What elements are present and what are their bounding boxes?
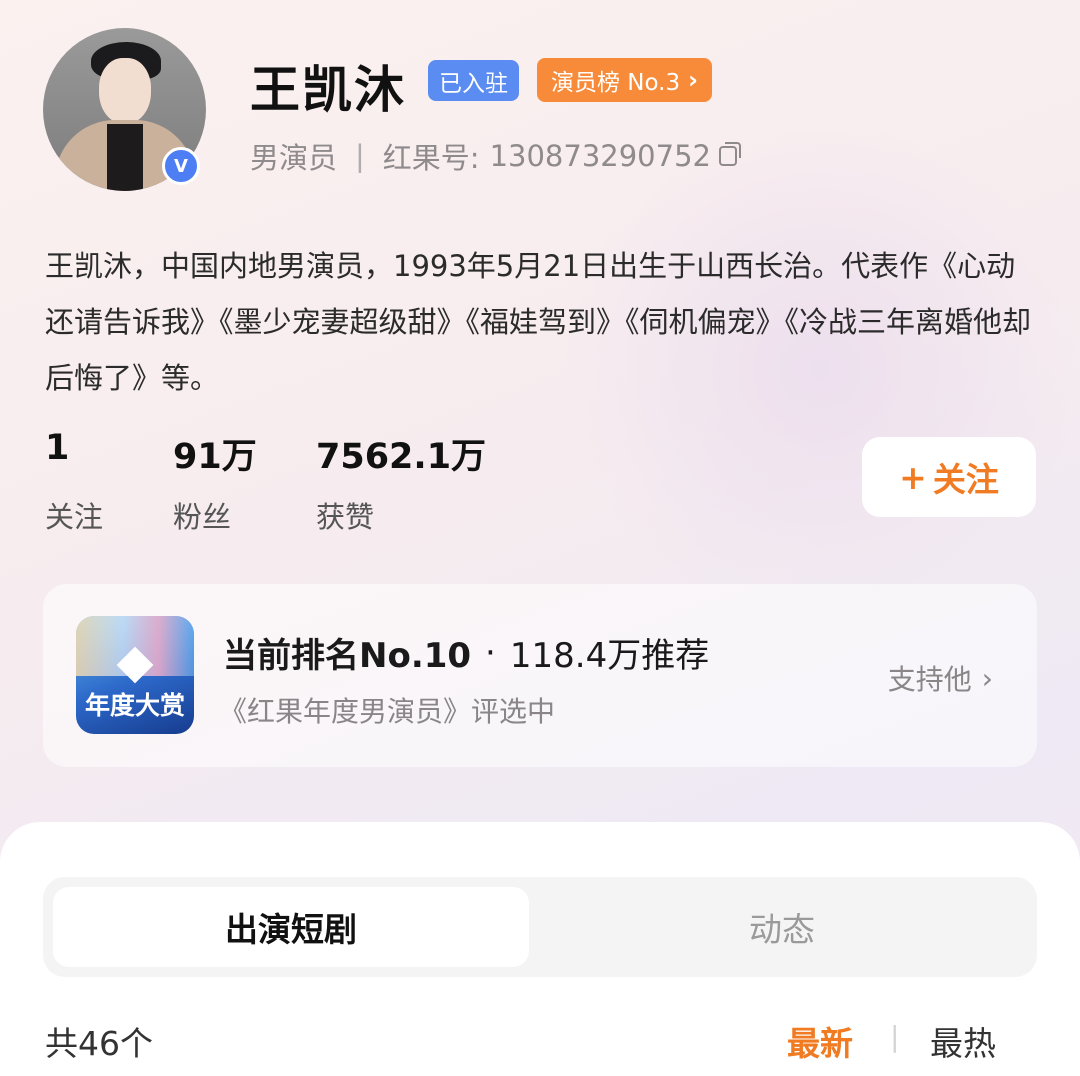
item-count: 共46个	[45, 1024, 153, 1063]
chevron-right-icon: ›	[688, 66, 699, 94]
stat-label: 粉丝	[173, 500, 232, 534]
copy-icon[interactable]	[719, 142, 741, 166]
stat-label: 关注	[45, 500, 104, 534]
award-dot: ·	[485, 632, 496, 673]
annual-award-icon: 年度大赏	[76, 616, 194, 734]
follow-button-label: 关注	[932, 460, 999, 499]
subline-separator: |	[355, 139, 365, 173]
stat-likes[interactable]: 7562.1万 获赞	[316, 428, 486, 536]
content-panel: 出演短剧 动态 共46个 最新 | 最热	[0, 822, 1080, 1076]
tab-short-dramas[interactable]: 出演短剧	[53, 887, 529, 967]
profile-bio: 王凯沐，中国内地男演员，1993年5月21日出生于山西长治。代表作《心动还请告诉…	[45, 249, 1032, 395]
award-recommend-count: 118.4万推荐	[509, 636, 710, 676]
award-rank: 当前排名No.10	[223, 636, 472, 676]
follow-button[interactable]: + 关注	[862, 437, 1036, 517]
award-card[interactable]: 年度大赏 当前排名No.10 · 118.4万推荐 《红果年度男演员》评选中 支…	[43, 584, 1037, 767]
rank-badge[interactable]: 演员榜 No.3 ›	[537, 58, 713, 102]
stat-value: 91万	[173, 437, 257, 477]
settled-badge: 已入驻	[428, 60, 519, 101]
role-label: 男演员	[250, 141, 338, 175]
support-button[interactable]: 支持他 ›	[888, 658, 993, 698]
id-value: 130873290752	[489, 139, 711, 173]
profile-subline: 男演员 | 红果号: 130873290752	[250, 135, 741, 177]
stat-following[interactable]: 1 关注	[45, 428, 103, 536]
rank-badge-label: 演员榜 No.3	[551, 70, 681, 96]
award-icon-text: 年度大赏	[84, 691, 185, 720]
support-label: 支持他	[887, 663, 972, 696]
profile-name: 王凯沐	[250, 61, 406, 119]
stat-value: 1	[45, 428, 70, 468]
sort-hottest[interactable]: 最热	[930, 1017, 996, 1065]
sort-separator: |	[890, 1020, 900, 1053]
award-subtitle: 《红果年度男演员》评选中	[219, 695, 556, 728]
verified-icon: V	[162, 147, 200, 185]
tab-posts[interactable]: 动态	[537, 887, 1027, 967]
stat-fans[interactable]: 91万 粉丝	[173, 428, 257, 536]
sort-newest[interactable]: 最新	[787, 1017, 853, 1065]
award-rank-line: 当前排名No.10 · 118.4万推荐	[223, 628, 709, 677]
id-label: 红果号:	[382, 141, 480, 175]
tab-bar: 出演短剧 动态	[43, 877, 1037, 977]
chevron-right-icon: ›	[981, 661, 993, 695]
plus-icon: +	[899, 457, 927, 497]
stat-label: 获赞	[316, 500, 375, 534]
stat-value: 7562.1万	[316, 437, 487, 477]
